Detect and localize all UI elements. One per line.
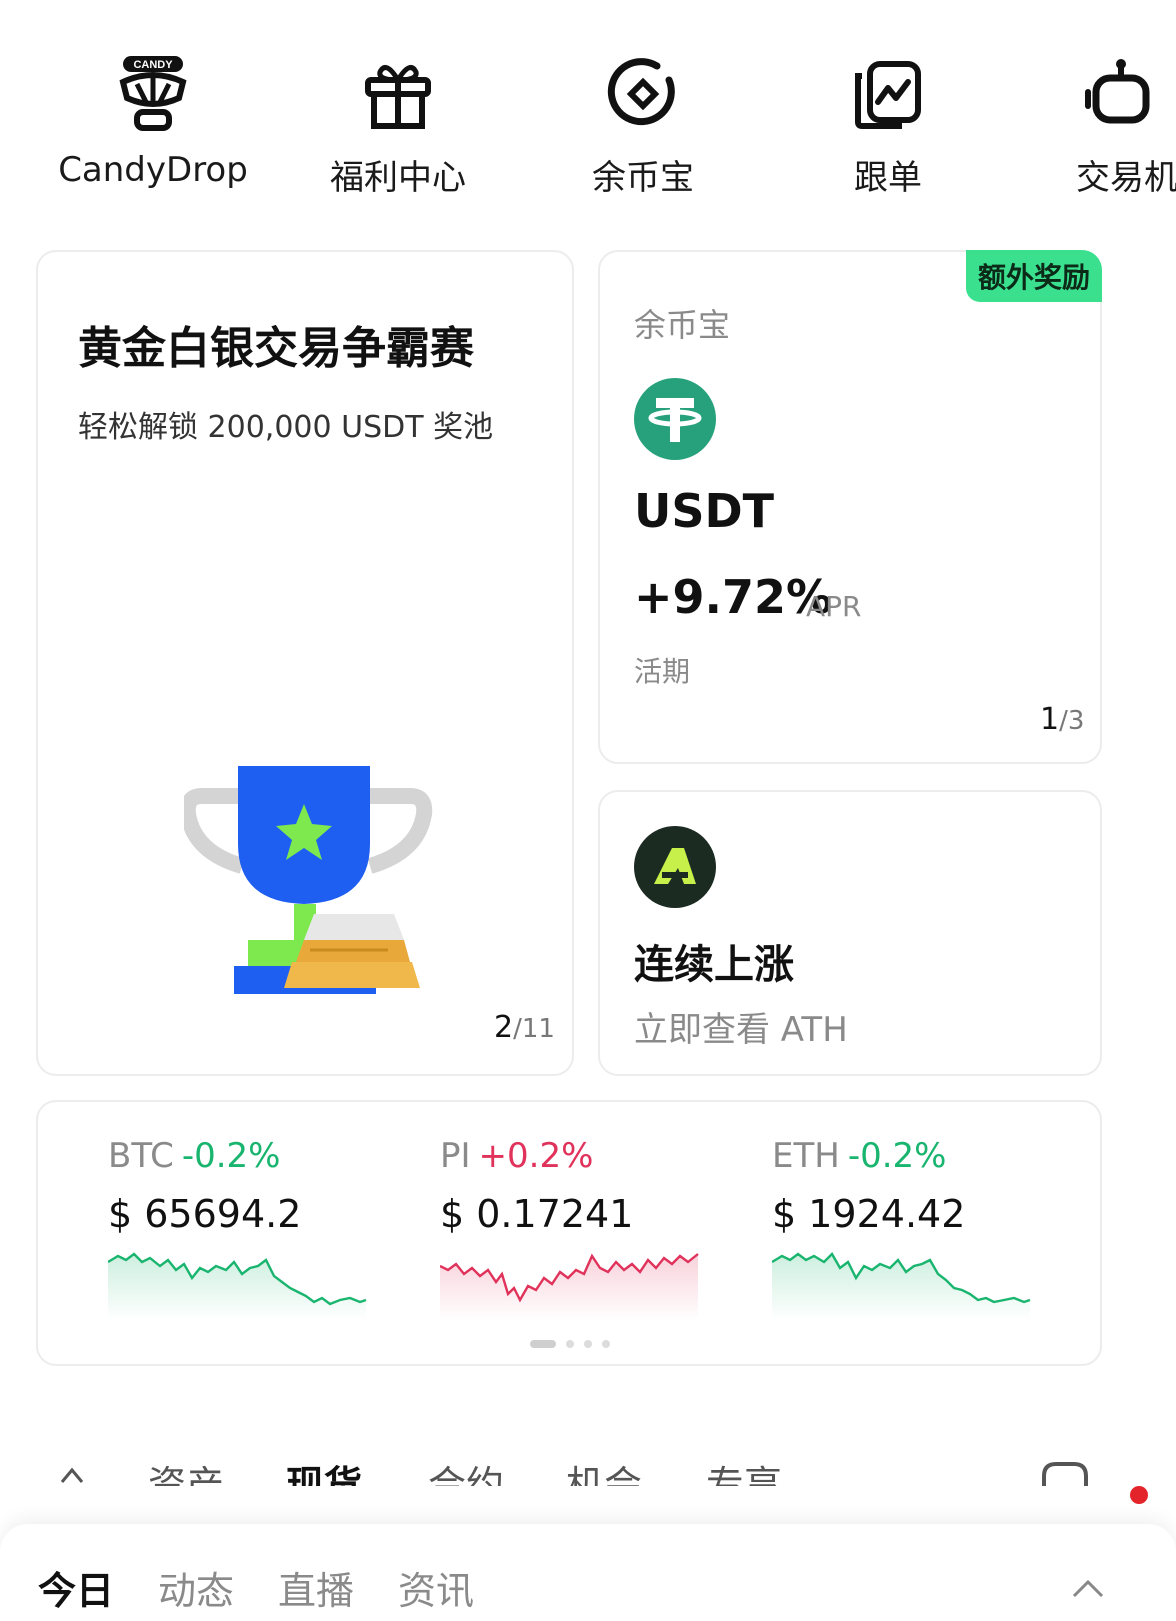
shortcut-label: CandyDrop (58, 150, 248, 190)
pager-current: 1 (1040, 702, 1060, 737)
trend-title: 连续上涨 (634, 942, 794, 988)
ticker-card[interactable]: BTC -0.2% $ 65694.2 PI +0.2% $ 0.17241 ETH… (36, 1100, 1102, 1366)
promo-card[interactable]: 黄金白银交易争霸赛 轻松解锁 200,000 USDT 奖池 2/11 (36, 250, 574, 1076)
ath-logo-icon (634, 826, 716, 908)
shortcut-label: 交易机 (1076, 158, 1176, 198)
carousel-dot[interactable] (566, 1340, 574, 1348)
bottom-sheet[interactable]: 今日 动态 直播 资讯 (0, 1524, 1176, 1621)
trophy-illustration (179, 764, 434, 1000)
tab-opportunities[interactable]: 机会 (566, 1454, 642, 1486)
apr-unit: APR (806, 590, 862, 623)
pager-total: /11 (513, 1014, 555, 1044)
chevron-up-icon (60, 1464, 84, 1486)
shortcut-welfare-center[interactable]: 福利中心 (293, 40, 503, 200)
sheet-tab-today[interactable]: 今日 (38, 1560, 114, 1615)
chevron-up-icon[interactable] (1072, 1572, 1104, 1604)
coin-name: USDT (634, 484, 775, 538)
asset-tabs-strip: 资产 现货 合约 机会 专享 (60, 1446, 1140, 1486)
ticker-symbol: PI (440, 1136, 471, 1176)
ticker-eth[interactable]: ETH -0.2% $ 1924.42 (772, 1136, 1072, 1356)
tab-futures[interactable]: 合约 (428, 1454, 504, 1486)
trading-bot-icon (1078, 54, 1158, 134)
ticker-pi[interactable]: PI +0.2% $ 0.17241 (440, 1136, 740, 1356)
copy-trade-icon (848, 54, 928, 134)
ticker-price: $ 65694.2 (108, 1192, 302, 1236)
pager-total: /3 (1059, 706, 1085, 736)
trend-card[interactable]: 连续上涨 立即查看 ATH (598, 790, 1102, 1076)
ticker-change: -0.2% (847, 1136, 947, 1176)
usdt-icon (634, 378, 716, 460)
carousel-dot[interactable] (584, 1340, 592, 1348)
candy-icon-text: CANDY (133, 59, 173, 71)
promo-subtitle: 轻松解锁 200,000 USDT 奖池 (78, 410, 494, 445)
earn-term: 活期 (634, 655, 691, 688)
ticker-price: $ 0.17241 (440, 1192, 634, 1236)
promo-pager: 2/11 (494, 1010, 555, 1045)
extra-reward-badge: 额外奖励 (965, 250, 1102, 302)
sheet-tab-news[interactable]: 资讯 (398, 1560, 474, 1615)
candy-drop-icon: CANDY (113, 54, 193, 134)
ticker-change: +0.2% (478, 1136, 594, 1176)
shortcut-trading-bot[interactable]: 交易机 (1028, 40, 1176, 200)
shortcut-candydrop[interactable]: CANDY CandyDrop (48, 40, 258, 200)
shortcut-earn[interactable]: 余币宝 (538, 40, 748, 200)
sheet-tab-live[interactable]: 直播 (278, 1560, 354, 1615)
ticker-sparkline (108, 1252, 367, 1320)
shortcut-copy-trade[interactable]: 跟单 (783, 40, 993, 200)
ticker-change: -0.2% (181, 1136, 281, 1176)
ticker-sparkline (772, 1252, 1031, 1320)
sheet-tab-feed[interactable]: 动态 (158, 1560, 234, 1615)
trend-subtitle: 立即查看 ATH (634, 1010, 848, 1050)
tab-exclusive[interactable]: 专享 (706, 1454, 782, 1486)
carousel-dot[interactable] (530, 1340, 556, 1348)
message-icon[interactable] (1040, 1460, 1090, 1486)
shortcut-label: 余币宝 (592, 158, 694, 198)
ticker-symbol: ETH (772, 1136, 840, 1176)
shortcut-label: 跟单 (854, 158, 922, 198)
pager-current: 2 (494, 1010, 514, 1045)
earn-icon (603, 54, 683, 134)
ticker-sparkline (440, 1253, 699, 1320)
gift-icon (358, 54, 438, 134)
tab-assets[interactable]: 资产 (148, 1454, 224, 1486)
apr-value: +9.72% (634, 570, 833, 624)
earn-label: 余币宝 (634, 306, 731, 344)
earn-card[interactable]: 额外奖励 余币宝 USDT +9.72% APR 活期 1/3 (598, 250, 1102, 764)
promo-title: 黄金白银交易争霸赛 (78, 323, 474, 374)
shortcut-label: 福利中心 (330, 158, 466, 198)
ticker-symbol: BTC (108, 1136, 174, 1176)
carousel-dot[interactable] (602, 1340, 610, 1348)
ticker-price: $ 1924.42 (772, 1192, 966, 1236)
ticker-btc[interactable]: BTC -0.2% $ 65694.2 (108, 1136, 408, 1356)
notification-dot (1130, 1486, 1148, 1504)
earn-pager: 1/3 (1040, 702, 1084, 737)
tab-spot[interactable]: 现货 (286, 1454, 362, 1486)
